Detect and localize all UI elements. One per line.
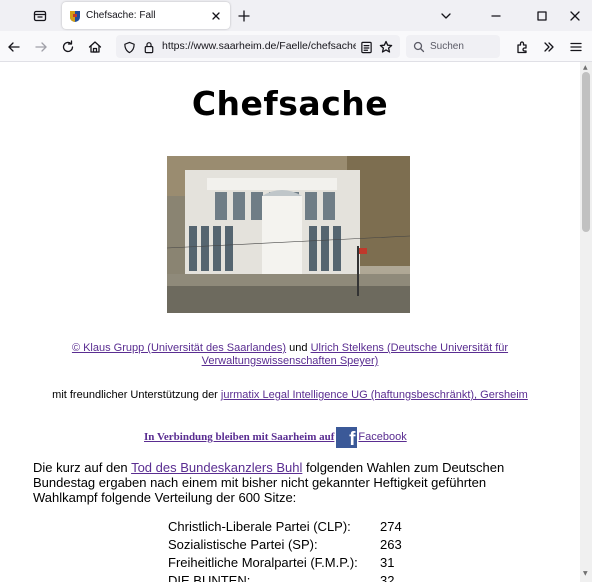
facebook-link[interactable]: Facebook bbox=[358, 431, 406, 443]
intro-before: Die kurz auf den bbox=[33, 460, 128, 475]
credits: © Klaus Grupp (Universität des Saarlande… bbox=[50, 342, 530, 368]
tab-overflow-chevron-down-icon[interactable] bbox=[436, 6, 456, 26]
seat-party: Freiheitliche Moralpartei (F.M.P.): bbox=[168, 555, 358, 570]
page-content: Chefsache © Klaus Grupp (Universität des… bbox=[0, 62, 580, 582]
seat-party: Christlich-Liberale Partei (CLP): bbox=[168, 519, 351, 534]
seat-count: 274 bbox=[380, 519, 402, 534]
lock-icon[interactable] bbox=[141, 39, 157, 55]
saarheim-favicon-icon bbox=[70, 10, 80, 22]
menu-hamburger-icon[interactable] bbox=[565, 36, 587, 58]
reader-view-icon[interactable] bbox=[358, 39, 374, 55]
new-tab-icon[interactable] bbox=[234, 6, 254, 26]
forward-arrow-icon[interactable] bbox=[30, 36, 52, 58]
jurmatix-link[interactable]: jurmatix Legal Intelligence UG (haftungs… bbox=[221, 389, 528, 401]
credits-and: und bbox=[289, 342, 308, 354]
seat-row: DIE BUNTEN: 32 bbox=[168, 572, 420, 582]
page-scrollbar[interactable]: ▲ ▼ bbox=[580, 62, 592, 582]
home-icon[interactable] bbox=[84, 36, 106, 58]
author-link-grupp[interactable]: © Klaus Grupp (Universität des Saarlande… bbox=[72, 342, 286, 354]
bookmark-star-icon[interactable] bbox=[378, 39, 394, 55]
intro-paragraph: Die kurz auf den Tod des Bundeskanzlers … bbox=[33, 460, 533, 505]
search-placeholder: Suchen bbox=[430, 41, 464, 52]
social-connect: In Verbindung bleiben mit Saarheim auf f… bbox=[144, 426, 407, 448]
seat-party: DIE BUNTEN: bbox=[168, 573, 251, 582]
seat-party: Sozialistische Partei (SP): bbox=[168, 537, 318, 552]
facebook-icon[interactable]: f bbox=[336, 426, 358, 448]
active-tab[interactable]: Chefsache: Fall bbox=[62, 2, 230, 29]
search-input[interactable]: Suchen bbox=[406, 35, 500, 58]
chancellery-photo bbox=[167, 156, 410, 313]
extensions-icon[interactable] bbox=[511, 36, 533, 58]
scroll-down-icon[interactable]: ▼ bbox=[583, 570, 588, 577]
scroll-up-icon[interactable]: ▲ bbox=[583, 64, 588, 71]
connect-link[interactable]: In Verbindung bleiben mit Saarheim auf bbox=[144, 431, 334, 443]
page-title: Chefsache bbox=[191, 84, 389, 123]
back-arrow-icon[interactable] bbox=[3, 36, 25, 58]
seat-count: 263 bbox=[380, 537, 402, 552]
url-bar[interactable]: https://www.saarheim.de/Faelle/chefsache bbox=[116, 35, 400, 58]
tab-title: Chefsache: Fall bbox=[86, 10, 156, 21]
tab-list-icon[interactable] bbox=[28, 5, 52, 27]
close-window-icon[interactable] bbox=[565, 6, 585, 26]
scroll-thumb[interactable] bbox=[582, 72, 590, 232]
tab-bar: Chefsache: Fall bbox=[0, 0, 592, 31]
reload-icon[interactable] bbox=[57, 36, 79, 58]
seat-row: Freiheitliche Moralpartei (F.M.P.): 31 bbox=[168, 554, 420, 572]
seat-distribution: Christlich-Liberale Partei (CLP): 274 So… bbox=[168, 518, 420, 582]
navigation-toolbar: https://www.saarheim.de/Faelle/chefsache… bbox=[0, 31, 592, 62]
support-line: mit freundlicher Unterstützung der jurma… bbox=[20, 389, 560, 401]
seat-count: 32 bbox=[380, 573, 395, 582]
close-tab-icon[interactable] bbox=[208, 8, 224, 24]
search-icon bbox=[411, 39, 427, 55]
seat-row: Sozialistische Partei (SP): 263 bbox=[168, 536, 420, 554]
support-prefix: mit freundlicher Unterstützung der bbox=[52, 389, 218, 401]
seat-row: Christlich-Liberale Partei (CLP): 274 bbox=[168, 518, 420, 536]
shield-icon[interactable] bbox=[121, 39, 137, 55]
url-text[interactable]: https://www.saarheim.de/Faelle/chefsache bbox=[162, 40, 356, 52]
tod-buhl-link[interactable]: Tod des Bundeskanzlers Buhl bbox=[131, 460, 302, 475]
more-tools-chevron-icon[interactable] bbox=[538, 36, 560, 58]
minimize-icon[interactable] bbox=[486, 6, 506, 26]
seat-count: 31 bbox=[380, 555, 395, 570]
maximize-icon[interactable] bbox=[532, 6, 552, 26]
